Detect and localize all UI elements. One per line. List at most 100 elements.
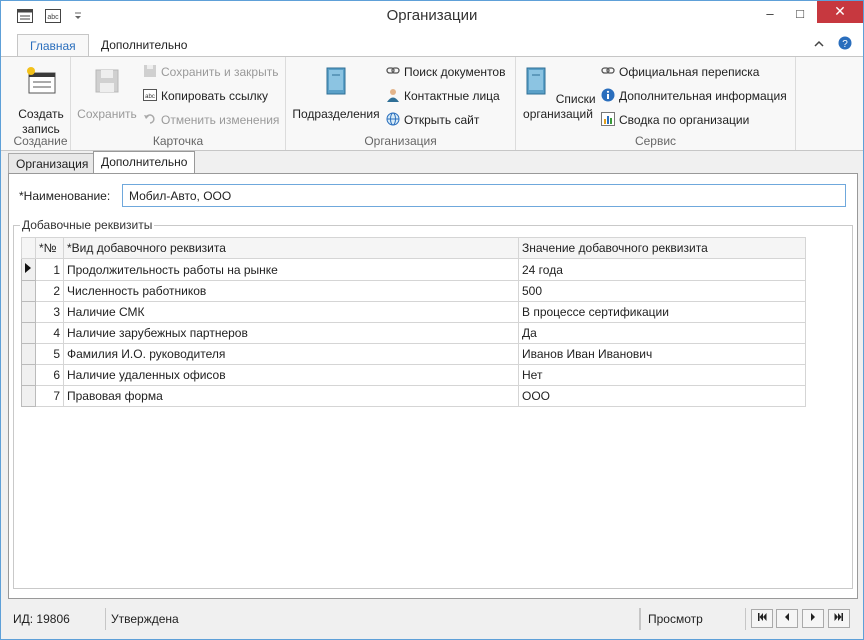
column-header-value[interactable]: Значение добавочного реквизита	[518, 237, 806, 259]
table-row[interactable]: 4 Наличие зарубежных партнеров Да	[21, 322, 806, 344]
cell-value[interactable]: 24 года	[518, 258, 806, 281]
group-create: Создать запись Создание	[11, 57, 71, 150]
cell-kind[interactable]: Наличие СМК	[63, 301, 519, 323]
row-selector[interactable]	[21, 385, 36, 407]
cell-number[interactable]: 2	[35, 280, 64, 302]
cell-kind[interactable]: Наличие зарубежных партнеров	[63, 322, 519, 344]
cell-value[interactable]: В процессе сертификации	[518, 301, 806, 323]
window: abc Организации – □ ✕ Главная Дополнител…	[0, 0, 864, 640]
row-selector-header	[21, 237, 36, 259]
correspondence-button[interactable]: Официальная переписка	[601, 63, 759, 83]
copy-link-icon: abc	[143, 89, 157, 101]
open-site-label: Открыть сайт	[404, 113, 480, 127]
search-docs-button[interactable]: Поиск документов	[386, 63, 505, 83]
save-close-button[interactable]: Сохранить и закрыть	[143, 63, 278, 83]
first-record-button[interactable]	[751, 609, 773, 628]
extra-info-button[interactable]: Дополнительная информация	[601, 87, 787, 107]
create-record-button[interactable]: Создать запись	[11, 65, 71, 137]
table-row[interactable]: 2 Численность работников 500	[21, 280, 806, 302]
row-selector[interactable]	[21, 301, 36, 323]
extra-attributes-legend: Добавочные реквизиты	[20, 218, 155, 232]
group-service-label: Сервис	[634, 134, 677, 148]
book-icon	[326, 67, 346, 95]
row-selector[interactable]	[21, 280, 36, 302]
table-row[interactable]: 7 Правовая форма ООО	[21, 385, 806, 407]
contacts-icon	[387, 89, 399, 102]
svg-text:abc: abc	[145, 94, 155, 100]
status-state: Утверждена	[106, 608, 640, 630]
cell-number[interactable]: 1	[35, 258, 64, 281]
cell-kind[interactable]: Наличие удаленных офисов	[63, 364, 519, 386]
last-record-button[interactable]	[828, 609, 850, 628]
tab-additional[interactable]: Дополнительно	[93, 151, 196, 174]
copy-link-button[interactable]: abc Копировать ссылку	[143, 87, 268, 107]
name-field[interactable]	[122, 184, 846, 207]
save-close-icon	[144, 65, 156, 77]
minimize-button[interactable]: –	[755, 1, 785, 29]
globe-icon	[386, 112, 400, 126]
ribbon-tab-additional[interactable]: Дополнительно	[89, 34, 199, 57]
create-record-label: Создать запись	[18, 107, 64, 136]
previous-record-button[interactable]	[776, 609, 798, 628]
window-title: Организации	[386, 7, 478, 24]
cell-value[interactable]: Да	[518, 322, 806, 344]
previous-icon	[785, 613, 789, 621]
close-button[interactable]: ✕	[817, 1, 863, 23]
org-lists-button[interactable]: Списки организаций	[518, 65, 598, 122]
row-selector[interactable]	[21, 322, 36, 344]
save-icon	[95, 69, 119, 93]
row-selector[interactable]	[21, 343, 36, 365]
cell-value[interactable]: 500	[518, 280, 806, 302]
cell-number[interactable]: 7	[35, 385, 64, 407]
last-icon	[834, 613, 843, 621]
contacts-label: Контактные лица	[404, 89, 500, 103]
group-organization: Подразделения Поиск документов Контактны…	[286, 57, 516, 150]
name-label: *Наименование:	[19, 189, 111, 203]
ribbon-tab-home[interactable]: Главная	[17, 34, 89, 57]
cell-kind[interactable]: Фамилия И.О. руководителя	[63, 343, 519, 365]
group-create-label: Создание	[13, 134, 68, 148]
extra-info-label: Дополнительная информация	[619, 89, 787, 103]
column-header-number[interactable]: *№	[35, 237, 64, 259]
collapse-ribbon-icon[interactable]	[814, 40, 824, 48]
cell-value[interactable]: Нет	[518, 364, 806, 386]
group-card: Сохранить Сохранить и закрыть abc Копиров…	[71, 57, 286, 150]
ribbon: Создать запись Создание Сохранить Сохран…	[1, 56, 863, 151]
save-button[interactable]: Сохранить	[75, 65, 139, 122]
column-header-kind[interactable]: *Вид добавочного реквизита	[63, 237, 519, 259]
title-bar: abc Организации – □ ✕	[1, 1, 863, 31]
row-selector[interactable]	[21, 364, 36, 386]
table-row[interactable]: 6 Наличие удаленных офисов Нет	[21, 364, 806, 386]
status-bar: ИД: 19806 Утверждена Просмотр	[8, 606, 858, 632]
cell-number[interactable]: 3	[35, 301, 64, 323]
cell-kind[interactable]: Продолжительность работы на рынке	[63, 258, 519, 281]
cell-kind[interactable]: Численность работников	[63, 280, 519, 302]
cancel-changes-button[interactable]: Отменить изменения	[143, 111, 279, 131]
cancel-changes-label: Отменить изменения	[161, 113, 280, 127]
contacts-button[interactable]: Контактные лица	[386, 87, 500, 107]
summary-button[interactable]: Сводка по организации	[601, 111, 749, 131]
cell-value[interactable]: Иванов Иван Иванович	[518, 343, 806, 365]
save-label: Сохранить	[77, 107, 137, 121]
help-icon[interactable]: ?	[838, 36, 852, 50]
cell-number[interactable]: 4	[35, 322, 64, 344]
open-site-button[interactable]: Открыть сайт	[386, 111, 479, 131]
first-icon	[758, 613, 767, 621]
table-row[interactable]: 1 Продолжительность работы на рынке 24 год…	[21, 258, 806, 281]
maximize-button[interactable]: □	[785, 1, 815, 29]
next-record-button[interactable]	[802, 609, 824, 628]
status-id: ИД: 19806	[8, 608, 106, 630]
divisions-label: Подразделения	[292, 107, 380, 121]
cell-kind[interactable]: Правовая форма	[63, 385, 519, 407]
current-row-indicator[interactable]	[21, 258, 36, 281]
new-record-icon	[27, 67, 56, 94]
divisions-button[interactable]: Подразделения	[290, 65, 382, 122]
table-row[interactable]: 5 Фамилия И.О. руководителя Иванов Иван Ив…	[21, 343, 806, 365]
search-docs-label: Поиск документов	[404, 65, 506, 79]
group-card-label: Карточка	[152, 134, 204, 148]
tab-organization[interactable]: Организация	[8, 153, 97, 174]
table-row[interactable]: 3 Наличие СМК В процессе сертификации	[21, 301, 806, 323]
cell-number[interactable]: 6	[35, 364, 64, 386]
cell-value[interactable]: ООО	[518, 385, 806, 407]
cell-number[interactable]: 5	[35, 343, 64, 365]
